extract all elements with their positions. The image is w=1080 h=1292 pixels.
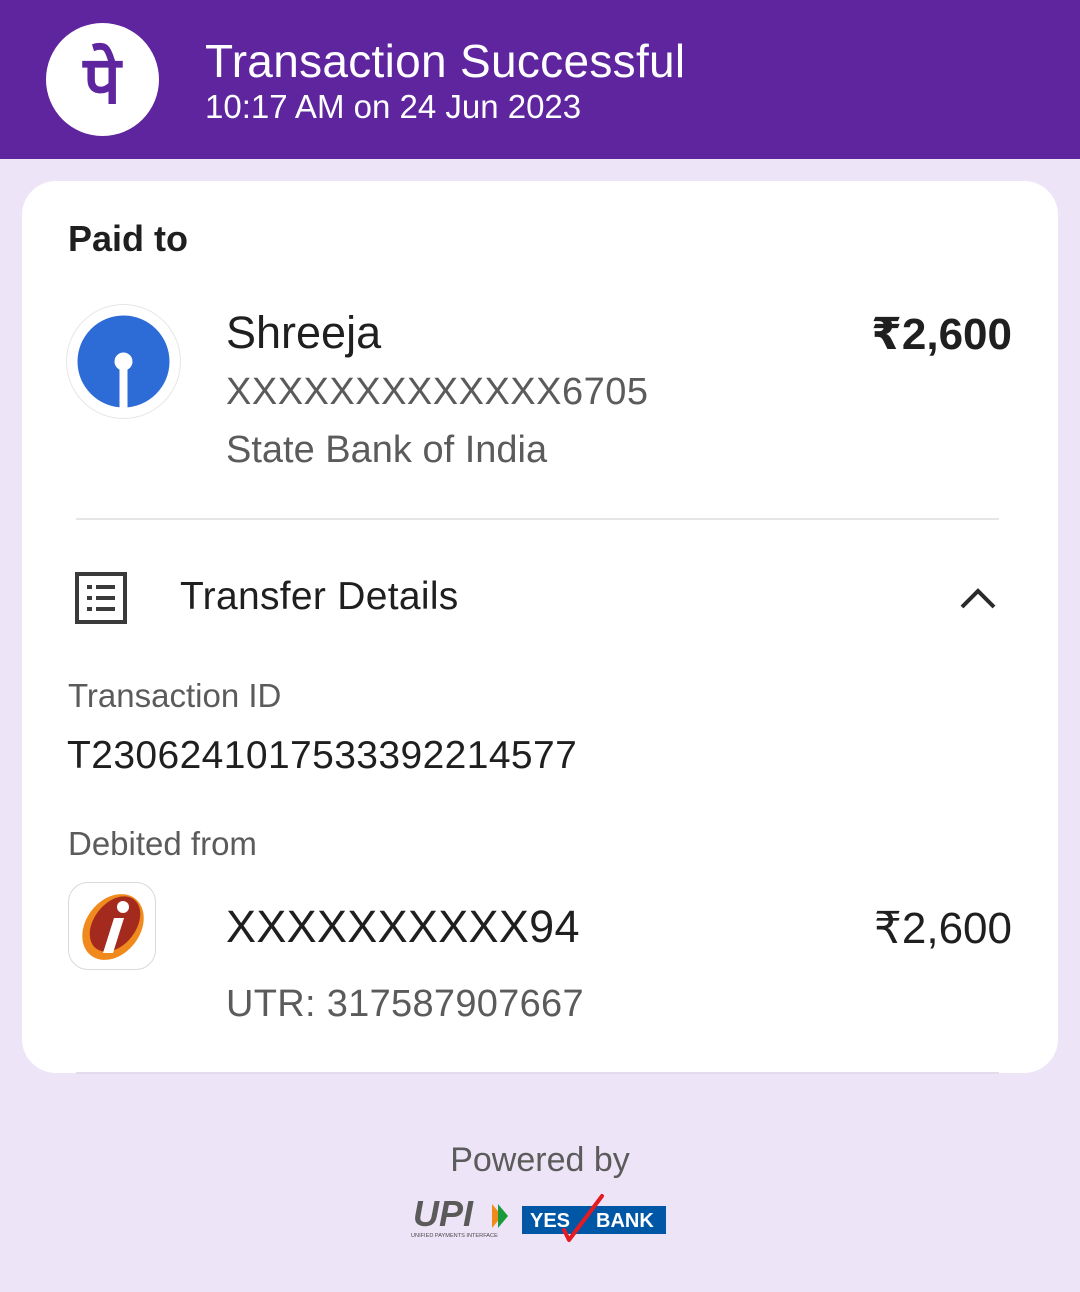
- debit-account-number: XXXXXXXXXX94: [226, 901, 580, 952]
- upi-tagline: UNIFIED PAYMENTS INTERFACE: [411, 1233, 498, 1239]
- utr-number: UTR: 317587907667: [226, 983, 584, 1025]
- transaction-timestamp: 10:17 AM on 24 Jun 2023: [205, 88, 582, 125]
- payee-name: Shreeja: [226, 307, 382, 358]
- chevron-up-icon[interactable]: [958, 581, 998, 618]
- section-divider: [76, 518, 999, 520]
- transaction-card: Paid to Shreeja XXXXXXXXXXXXX6705 State …: [22, 181, 1058, 1073]
- yes-bank-text-bank: BANK: [596, 1210, 654, 1232]
- icici-logo-icon: [68, 882, 156, 970]
- paid-to-label: Paid to: [68, 218, 189, 259]
- payee-bank-name: State Bank of India: [226, 429, 548, 471]
- payee-account-number: XXXXXXXXXXXXX6705: [226, 371, 649, 413]
- debit-amount: ₹2,600: [873, 904, 1012, 953]
- phonepe-logo-glyph: पे: [81, 42, 123, 119]
- list-document-icon: [74, 571, 128, 630]
- yes-bank-logo-icon: YES BANK: [522, 1194, 668, 1251]
- transfer-details-toggle[interactable]: Transfer Details: [180, 575, 459, 619]
- transaction-id-label: Transaction ID: [68, 677, 282, 714]
- sbi-logo-icon: [67, 305, 180, 418]
- powered-by-label: Powered by: [450, 1141, 630, 1179]
- phonepe-logo-icon: पे: [46, 23, 159, 136]
- upi-logo-text: UPI: [413, 1196, 474, 1234]
- bottom-divider: [76, 1072, 999, 1074]
- paid-amount: ₹2,600: [871, 310, 1012, 359]
- upi-logo-icon: UPI UNIFIED PAYMENTS INTERFACE: [410, 1193, 516, 1245]
- header-bar: पे Transaction Successful 10:17 AM on 24…: [0, 0, 1080, 159]
- transaction-id-value: T2306241017533392214577: [67, 734, 578, 777]
- page-title: Transaction Successful: [205, 35, 686, 87]
- debited-from-label: Debited from: [68, 825, 257, 862]
